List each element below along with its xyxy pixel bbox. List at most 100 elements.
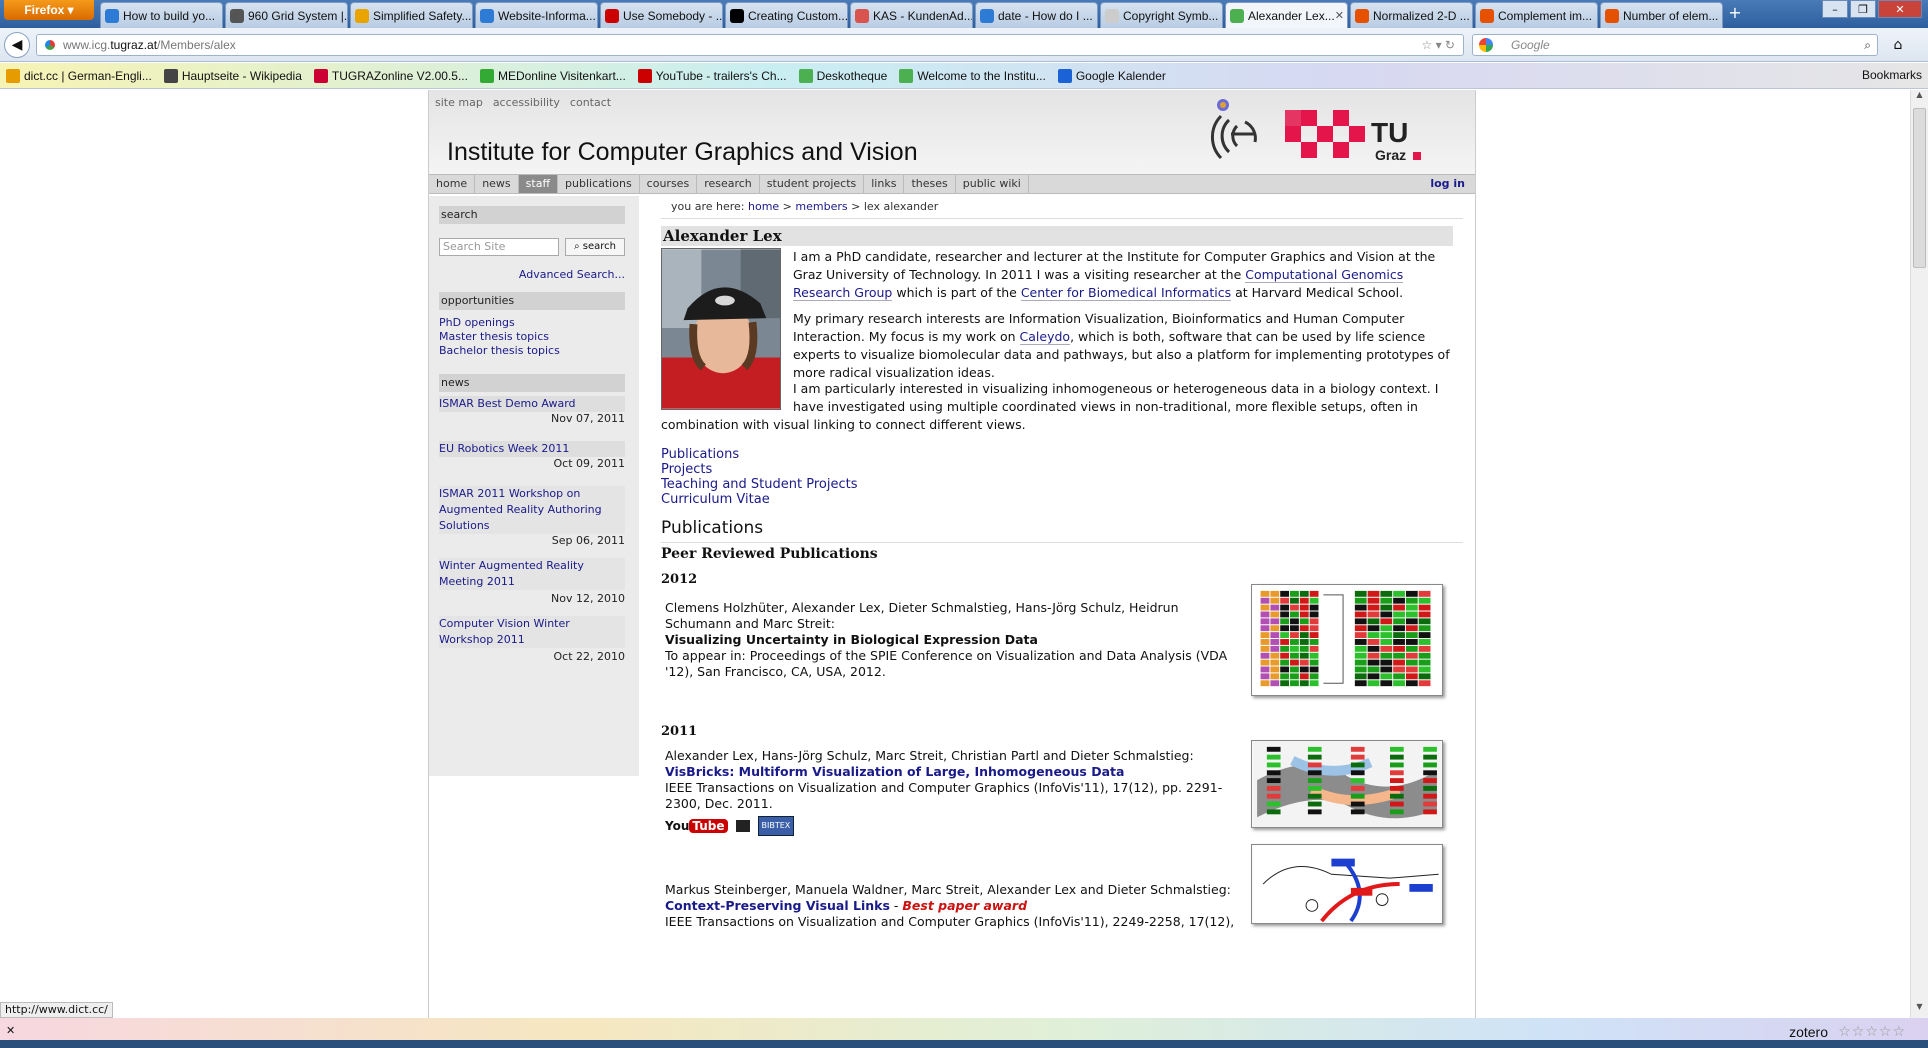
firefox-menu-button[interactable]: Firefox ▾ (4, 0, 94, 20)
publication-thumbnail[interactable] (1251, 584, 1443, 696)
browser-tab[interactable]: 960 Grid System |... (225, 2, 348, 28)
bookmark-item[interactable]: dict.cc | German-Engli... (6, 68, 152, 83)
menu-item-student-projects[interactable]: student projects (760, 175, 865, 193)
browser-tab[interactable]: Creating Custom... (725, 2, 848, 28)
browser-tab[interactable]: Use Somebody - ... (600, 2, 723, 28)
bachelor-thesis-link[interactable]: Bachelor thesis topics (439, 344, 560, 358)
favicon-icon (1105, 8, 1119, 23)
heatmap-cell (1260, 680, 1270, 687)
advanced-search-link[interactable]: Advanced Search... (519, 268, 625, 281)
new-tab-icon[interactable]: + (1725, 2, 1745, 24)
close-tab-icon[interactable]: ✕ (1335, 9, 1344, 22)
heatmap-cell (1367, 639, 1380, 645)
home-icon[interactable]: ⌂ (1886, 34, 1910, 56)
heatmap-cell (1260, 618, 1270, 625)
google-icon[interactable] (1479, 38, 1493, 52)
tu-graz-logo: TU Graz (1285, 110, 1421, 163)
video-icon[interactable] (735, 820, 750, 832)
browser-tab[interactable]: Number of elem... (1600, 2, 1723, 28)
caleydo-link[interactable]: Caleydo (1019, 329, 1071, 345)
heatmap-cell (1418, 597, 1431, 604)
site-search-input[interactable]: Search Site (439, 238, 559, 256)
cv-link[interactable]: Curriculum Vitae (661, 491, 770, 509)
news-item-title[interactable]: EU Robotics Week 2011 (439, 441, 625, 457)
heatmap-cell (1354, 632, 1367, 639)
vertical-scrollbar[interactable]: ▲ ▼ (1910, 90, 1928, 1018)
youtube-icon[interactable]: You Tube (665, 818, 728, 834)
login-link[interactable]: log in (1430, 175, 1465, 193)
menu-item-staff[interactable]: staff (518, 175, 559, 193)
browser-tab[interactable]: Complement im... (1475, 2, 1598, 28)
scrollbar-thumb[interactable] (1913, 108, 1926, 268)
publication-title-link[interactable]: Context-Preserving Visual Links (665, 898, 890, 913)
breadcrumb-home[interactable]: home (748, 200, 779, 213)
browser-tab[interactable]: Website-Informa... (475, 2, 598, 28)
menu-item-courses[interactable]: courses (640, 175, 698, 193)
bibtex-icon[interactable]: BIBTEX (757, 816, 795, 836)
bookmark-item[interactable]: TUGRAZonline V2.00.5... (313, 68, 468, 83)
institute-title: Institute for Computer Graphics and Visi… (447, 138, 918, 166)
menu-item-research[interactable]: research (697, 175, 760, 193)
tab-label: KAS - KundenAd... (873, 8, 973, 23)
browser-tab[interactable]: Normalized 2-D ... (1350, 2, 1473, 28)
menu-item-public-wiki[interactable]: public wiki (956, 175, 1029, 193)
contact-link[interactable]: contact (570, 96, 611, 109)
news-item-title[interactable]: ISMAR Best Demo Award (439, 396, 625, 412)
site-identity-icon[interactable] (45, 40, 55, 50)
breadcrumb-members[interactable]: members (795, 200, 847, 213)
zotero-button[interactable]: zotero (1789, 1024, 1828, 1040)
browser-tab[interactable]: How to build yo... (100, 2, 223, 28)
bookmark-item[interactable]: Deskotheque (798, 68, 887, 83)
browser-tab[interactable]: KAS - KundenAd... (850, 2, 973, 28)
publication-thumbnail[interactable] (1251, 740, 1443, 828)
bookmark-item[interactable]: YouTube - trailers's Ch... (637, 68, 787, 83)
bookmark-item[interactable]: Hauptseite - Wikipedia (163, 68, 302, 83)
rating-stars-icon[interactable]: ☆☆☆☆☆ (1838, 1024, 1906, 1040)
master-thesis-link[interactable]: Master thesis topics (439, 330, 549, 344)
site-search-button[interactable]: ⌕ search (565, 238, 625, 256)
restore-icon[interactable]: ❐ (1850, 0, 1876, 18)
menu-item-theses[interactable]: theses (904, 175, 956, 193)
heatmap-cell (1290, 597, 1299, 604)
bookmark-item[interactable]: Google Kalender (1057, 68, 1166, 83)
close-addon-bar-icon[interactable]: ✕ (6, 1024, 15, 1037)
publication-title-link[interactable]: VisBricks: Multiform Visualization of La… (665, 764, 1235, 780)
navigation-toolbar: ◀ www.icg. tugraz.at/Members/alex ☆ ▾ ↻ G… (0, 28, 1928, 62)
cbmi-link[interactable]: Center for Biomedical Informatics (1020, 285, 1232, 301)
heatmap-cell (1380, 680, 1393, 687)
phd-openings-link[interactable]: PhD openings (439, 316, 515, 330)
browser-tab[interactable]: Simplified Safety... (350, 2, 473, 28)
news-item-title[interactable]: Computer Vision Winter Workshop 2011 (439, 616, 625, 648)
news-item-title[interactable]: ISMAR 2011 Workshop on Augmented Reality… (439, 486, 625, 534)
accessibility-link[interactable]: accessibility (493, 96, 560, 109)
browser-tab[interactable]: Copyright Symb... (1100, 2, 1223, 28)
bookmark-star-icon[interactable]: ☆ ▾ ↻ (1421, 38, 1455, 52)
search-icon[interactable]: ⌕ (1864, 38, 1871, 53)
menu-item-home[interactable]: home (429, 175, 476, 193)
bookmarks-menu[interactable]: Bookmarks (1862, 68, 1922, 82)
menu-item-publications[interactable]: publications (558, 175, 640, 193)
news-item-title[interactable]: Winter Augmented Reality Meeting 2011 (439, 558, 625, 590)
favicon-icon (730, 8, 744, 23)
news-item-date: Oct 22, 2010 (553, 650, 626, 663)
bookmark-item[interactable]: Welcome to the Institu... (899, 68, 1046, 83)
bookmark-item[interactable]: MEDonline Visitenkart... (479, 68, 626, 83)
brick-cell (1423, 754, 1437, 760)
heatmap-cell (1354, 666, 1367, 673)
brick-cell (1266, 801, 1281, 807)
heatmap-cell (1367, 673, 1380, 680)
heatmap-cell (1260, 645, 1270, 652)
menu-item-news[interactable]: news (475, 175, 519, 193)
back-button[interactable]: ◀ (4, 32, 30, 58)
menu-item-links[interactable]: links (864, 175, 905, 193)
scroll-up-icon[interactable]: ▲ (1911, 90, 1928, 106)
minimize-icon[interactable]: – (1822, 0, 1848, 18)
scroll-down-icon[interactable]: ▼ (1911, 1002, 1928, 1018)
close-window-icon[interactable]: ✕ (1878, 0, 1922, 18)
address-bar[interactable]: www.icg. tugraz.at/Members/alex ☆ ▾ ↻ (36, 34, 1464, 56)
browser-tab[interactable]: date - How do I ... (975, 2, 1098, 28)
browser-tab[interactable]: Alexander Lex... ✕ (1225, 2, 1348, 28)
publication-thumbnail[interactable] (1251, 844, 1443, 924)
search-bar[interactable]: Google ⌕ (1472, 34, 1878, 56)
sitemap-link[interactable]: site map (435, 96, 483, 109)
